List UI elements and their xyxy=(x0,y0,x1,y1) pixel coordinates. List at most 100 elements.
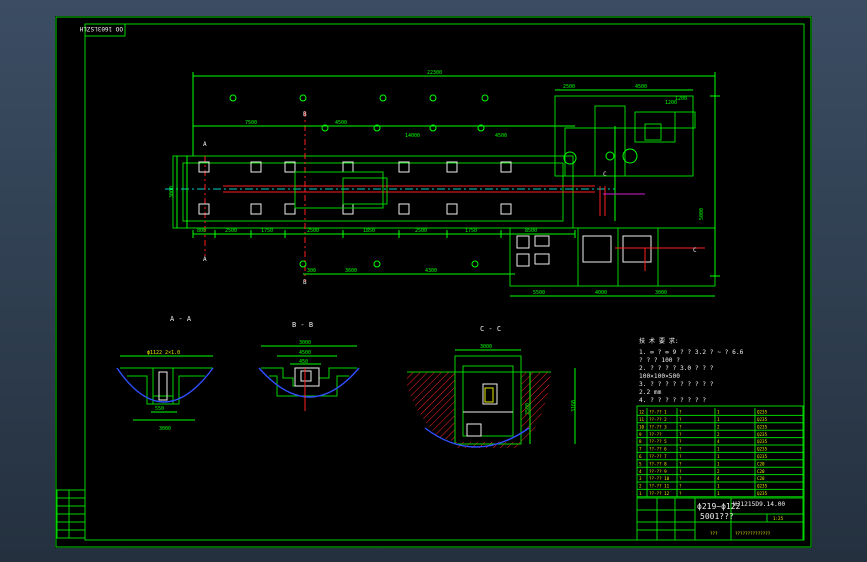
title-block: 12 ??-?? 1? 1 Q23511 ??-?? 2? 1 Q23510 ??-?? 3?… xyxy=(636,405,804,541)
designer: ??? xyxy=(710,531,718,536)
notes-heading: 技 术 要 求: xyxy=(639,337,679,345)
svg-text:C: C xyxy=(693,247,697,254)
bom-cell: Q235 xyxy=(757,447,768,452)
bom-cell: ??-?? xyxy=(649,432,662,437)
bom-cell: Q235 xyxy=(757,417,768,422)
bom-cell: 12 xyxy=(639,410,645,415)
bom-cell: 7 xyxy=(639,447,642,452)
svg-text:1750: 1750 xyxy=(261,228,273,234)
svg-text:2500: 2500 xyxy=(307,228,319,234)
bom-cell: 2 xyxy=(639,484,642,489)
svg-text:450: 450 xyxy=(299,359,308,365)
bom-cell: ? xyxy=(679,491,682,496)
bom-cell: Q235 xyxy=(757,432,768,437)
svg-text:3160: 3160 xyxy=(571,400,577,412)
svg-text:1. ∞ ? ∞ 9 ? ? 3.2 ? ~ ? 6.6: 1. ∞ ? ∞ 9 ? ? 3.2 ? ~ ? 6.6 xyxy=(639,349,744,356)
bom-cell: ? xyxy=(679,454,682,459)
bom-cell: 1 xyxy=(717,447,720,452)
bom-cell: ??-?? 11 xyxy=(649,484,670,489)
svg-text:4500: 4500 xyxy=(299,350,311,356)
bom-cell: Q235 xyxy=(757,439,768,444)
bom-cell: Q235 xyxy=(757,454,768,459)
bom-cell: ??-?? 6 xyxy=(649,447,667,452)
svg-text:800: 800 xyxy=(197,228,206,234)
company-name: ?????????????? xyxy=(735,531,771,536)
bom-cell: 1 xyxy=(717,410,720,415)
bom-cell: 2 xyxy=(717,432,720,437)
svg-text:550: 550 xyxy=(155,406,164,412)
bom-cell: ? xyxy=(679,476,682,481)
svg-text:100×100×500: 100×100×500 xyxy=(639,373,680,380)
bom-cell: Q235 xyxy=(757,491,768,496)
drawing-canvas: OO 1603LSZLH 22300 7500 4500 14000 4500 … xyxy=(55,16,812,548)
svg-text:7500: 7500 xyxy=(245,120,257,126)
svg-text:300: 300 xyxy=(307,268,316,274)
svg-text:A: A xyxy=(203,141,207,148)
bom-cell: Q235 xyxy=(757,410,768,415)
bom-cell: ??-?? 7 xyxy=(649,454,667,459)
bom-cell: ? xyxy=(679,447,682,452)
bom-cell: ??-?? 12 xyxy=(649,491,670,496)
svg-text:2. ? ? ? ? 3.0 ? ? ?: 2. ? ? ? ? 3.0 ? ? ? xyxy=(639,365,714,372)
drawing-sheet[interactable]: OO 1603LSZLH 22300 7500 4500 14000 4500 … xyxy=(55,16,812,548)
bom-cell: ??-?? 9 xyxy=(649,469,667,474)
svg-text:? ? ? 100 ?: ? ? ? 100 ? xyxy=(639,357,680,364)
svg-text:A: A xyxy=(203,256,207,263)
plan-view: 22300 7500 4500 14000 4500 800 2500 1750… xyxy=(165,70,720,297)
svg-text:C: C xyxy=(603,171,607,178)
svg-text:3. ? ? ? ? ? ? ? ? ?: 3. ? ? ? ? ? ? ? ? ? xyxy=(639,381,714,388)
section-b-view: B - B 3000 4500 450 xyxy=(258,321,360,411)
svg-text:1750: 1750 xyxy=(465,228,477,234)
drawing-number: HJ1215D9.14.00 xyxy=(733,501,785,508)
bom-cell: ? xyxy=(679,432,682,437)
pipe-sub: 5001??? xyxy=(700,512,734,521)
bom-cell: 4 xyxy=(639,469,642,474)
svg-text:4300: 4300 xyxy=(425,268,437,274)
bom-cell: ??-?? 2 xyxy=(649,417,667,422)
section-b-label: B - B xyxy=(292,321,313,329)
bom-cell: 4 xyxy=(717,439,720,444)
svg-text:8500: 8500 xyxy=(525,228,537,234)
bom-cell: ? xyxy=(679,417,682,422)
bom-cell: C20 xyxy=(757,461,765,466)
bom-cell: 1 xyxy=(717,461,720,466)
bom-cell: 1 xyxy=(717,491,720,496)
svg-text:1850: 1850 xyxy=(363,228,375,234)
svg-text:3000: 3000 xyxy=(169,186,175,198)
section-a-view: A - A ϕ1122 2×1.0 550 3000 xyxy=(116,315,214,432)
bom-cell: 1 xyxy=(717,484,720,489)
bom-cell: C20 xyxy=(757,476,765,481)
bom-cell: ? xyxy=(679,461,682,466)
bom-cell: ??-?? 5 xyxy=(649,439,667,444)
bom-cell: ? xyxy=(679,469,682,474)
bom-cell: 10 xyxy=(639,424,645,429)
bom-cell: ??-?? 8 xyxy=(649,461,667,466)
svg-text:3000: 3000 xyxy=(299,340,311,346)
section-c-view: C - C 3000 3500 3160 xyxy=(407,325,577,448)
left-margin-table xyxy=(56,489,86,539)
section-c-label: C - C xyxy=(480,325,501,333)
bom-cell: Q235 xyxy=(757,424,768,429)
bom-cell: 1 xyxy=(717,417,720,422)
bom-cell: 1 xyxy=(639,491,642,496)
bom-cell: ??-?? 10 xyxy=(649,476,670,481)
bom-cell: 2 xyxy=(717,469,720,474)
svg-text:2500: 2500 xyxy=(415,228,427,234)
svg-text:2.2 mm: 2.2 mm xyxy=(639,389,662,396)
svg-text:4. ? ? ? ? ? ? ? ?: 4. ? ? ? ? ? ? ? ? xyxy=(639,397,706,404)
svg-text:B: B xyxy=(303,279,307,286)
section-a-label: A - A xyxy=(170,315,192,323)
svg-text:2500: 2500 xyxy=(563,84,575,90)
cad-viewport[interactable]: OO 1603LSZLH 22300 7500 4500 14000 4500 … xyxy=(0,0,867,562)
bom-cell: 3 xyxy=(639,476,642,481)
bom-cell: 11 xyxy=(639,417,645,422)
bom-cell: ??-?? 1 xyxy=(649,410,667,415)
svg-text:4500: 4500 xyxy=(495,133,507,139)
svg-text:ϕ1122 2×1.0: ϕ1122 2×1.0 xyxy=(147,350,180,356)
svg-text:B: B xyxy=(303,111,307,118)
bom-cell: C20 xyxy=(757,469,765,474)
bom-cell: ? xyxy=(679,439,682,444)
corner-code: OO 1603LSZLH xyxy=(79,25,123,32)
svg-text:1200: 1200 xyxy=(675,96,687,102)
bom-cell: ? xyxy=(679,410,682,415)
